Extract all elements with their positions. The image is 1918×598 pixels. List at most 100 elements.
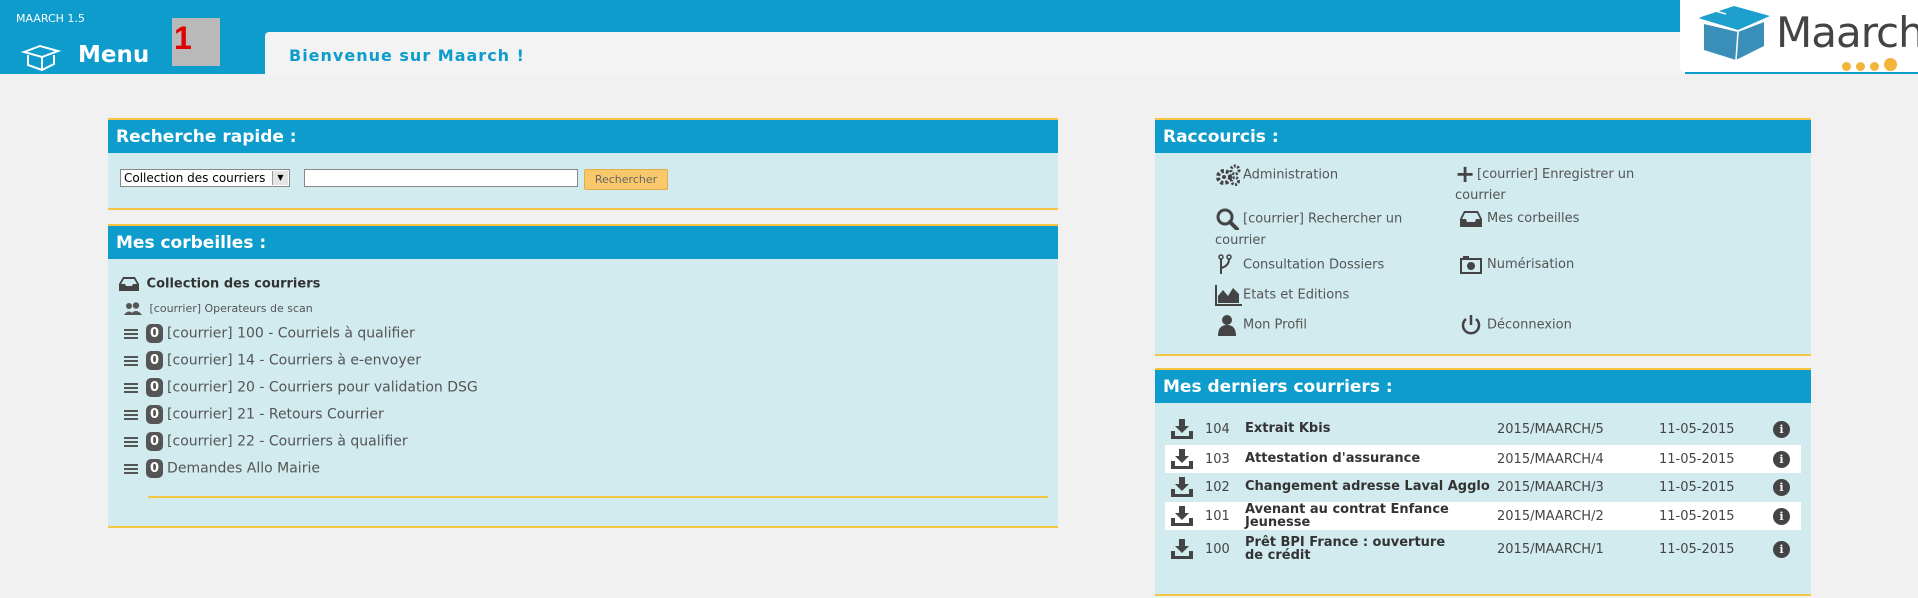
baskets-title: Mes corbeilles : [108,224,1058,259]
list-icon [124,408,138,422]
menu-button[interactable]: Menu [78,42,149,68]
camera-icon [1460,255,1482,274]
shortcut-my-baskets[interactable]: Mes corbeilles [1459,208,1689,229]
info-icon[interactable]: i [1773,451,1790,468]
mail-row[interactable]: 103 Attestation d'assurance 2015/MAARCH/… [1165,445,1801,473]
info-icon[interactable]: i [1773,421,1790,438]
download-icon[interactable] [1171,419,1193,439]
info-icon[interactable]: i [1773,541,1790,558]
basket-count: 0 [146,459,164,478]
inbox-icon [119,277,139,291]
basket-collection: Collection des courriers [118,276,320,292]
basket-group-label: [courrier] Operateurs de scan [149,302,313,315]
mail-subject[interactable]: Avenant au contrat Enfance Jeunesse [1245,503,1465,529]
shortcut-administration[interactable]: Administration [1215,164,1445,186]
shortcut-search-mail[interactable]: [courrier] Rechercher un courrier [1215,208,1445,251]
shortcut-label[interactable]: Etats et Editions [1243,288,1349,303]
download-icon[interactable] [1171,449,1193,469]
shortcuts-panel: Raccourcis : Administration + [courrier] … [1155,118,1811,356]
mail-id: 102 [1205,480,1230,495]
shortcut-label[interactable]: Consultation Dossiers [1243,258,1384,273]
basket-count: 0 [146,351,164,370]
search-icon [1216,208,1239,230]
shortcut-label[interactable]: [courrier] Rechercher un courrier [1215,212,1402,249]
list-icon [124,381,138,395]
shortcut-label[interactable]: Mon Profil [1243,318,1307,333]
basket-item[interactable]: 0 [courrier] 21 - Retours Courrier [124,405,384,427]
last-mails-panel: Mes derniers courriers : 104 Extrait Kbi… [1155,368,1811,596]
download-icon[interactable] [1171,539,1193,559]
basket-count: 0 [146,378,164,397]
mail-row[interactable]: 100 Prêt BPI France : ouverture de crédi… [1165,535,1801,563]
collection-select-value: Collection des courriers [124,171,266,185]
mail-id: 101 [1205,509,1230,524]
mail-subject[interactable]: Changement adresse Laval Agglo [1245,480,1505,493]
mail-chrono: 2015/MAARCH/5 [1497,422,1604,437]
basket-item[interactable]: 0 [courrier] 100 - Courriels à qualifier [124,324,415,346]
menu-box-icon[interactable] [20,43,62,71]
mail-chrono: 2015/MAARCH/2 [1497,509,1604,524]
collection-select[interactable]: Collection des courriers ▼ [120,169,290,187]
mail-subject[interactable]: Extrait Kbis [1245,422,1485,435]
shortcut-scanning[interactable]: Numérisation [1459,254,1689,275]
info-icon[interactable]: i [1773,479,1790,496]
download-icon[interactable] [1171,477,1193,497]
basket-item[interactable]: 0 [courrier] 22 - Courriers à qualifier [124,432,408,454]
mail-chrono: 2015/MAARCH/1 [1497,542,1604,557]
basket-item[interactable]: 0 [courrier] 20 - Courriers pour validati… [124,378,478,400]
shortcut-label[interactable]: Numérisation [1487,257,1574,272]
mail-id: 104 [1205,422,1230,437]
shortcut-reports[interactable]: Etats et Editions [1215,284,1445,306]
logo-text: Maarch [1776,8,1918,57]
shortcut-profile[interactable]: Mon Profil [1215,314,1445,336]
list-icon [124,435,138,449]
box-logo-icon [1697,6,1770,61]
plus-icon: + [1455,160,1476,188]
basket-label[interactable]: [courrier] 100 - Courriels à qualifier [167,326,415,342]
shortcut-label[interactable]: [courrier] Enregistrer un courrier [1455,167,1634,203]
list-icon [124,354,138,368]
gears-icon [1216,164,1241,186]
list-icon [124,462,138,476]
shortcut-label[interactable]: Administration [1243,168,1338,183]
basket-count: 0 [146,432,164,451]
shortcut-folders[interactable]: Consultation Dossiers [1215,254,1445,276]
mail-row[interactable]: 102 Changement adresse Laval Agglo 2015/… [1165,473,1801,501]
basket-count: 0 [146,405,164,424]
mail-subject[interactable]: Attestation d'assurance [1245,452,1485,465]
mail-date: 11-05-2015 [1659,452,1735,467]
basket-label[interactable]: [courrier] 14 - Courriers à e-envoyer [167,353,421,369]
shortcut-register-mail[interactable]: + [courrier] Enregistrer un courrier [1455,160,1685,206]
chevron-down-icon[interactable]: ▼ [272,171,288,185]
mail-row[interactable]: 101 Avenant au contrat Enfance Jeunesse … [1165,502,1801,530]
top-bar: MAARCH 1.5 Menu Bienvenue sur Maarch ! M… [0,0,1918,74]
maarch-logo[interactable]: Maarch [1680,0,1918,72]
search-button[interactable]: Rechercher [584,169,668,190]
quick-search-input[interactable] [304,169,578,187]
info-icon[interactable]: i [1773,508,1790,525]
shortcut-label[interactable]: Déconnexion [1487,318,1572,333]
shortcut-logout[interactable]: Déconnexion [1459,314,1689,336]
mail-date: 11-05-2015 [1659,509,1735,524]
download-icon[interactable] [1171,506,1193,526]
shortcut-label[interactable]: Mes corbeilles [1487,211,1579,226]
mail-subject[interactable]: Prêt BPI France : ouverture de crédit [1245,536,1465,562]
welcome-message: Bienvenue sur Maarch ! [289,46,525,65]
basket-item[interactable]: 0 [courrier] 14 - Courriers à e-envoyer [124,351,421,373]
quick-search-panel: Recherche rapide : Collection des courri… [108,118,1058,210]
basket-label[interactable]: [courrier] 22 - Courriers à qualifier [167,434,408,450]
mail-date: 11-05-2015 [1659,542,1735,557]
mail-row[interactable]: 104 Extrait Kbis 2015/MAARCH/5 11-05-201… [1165,415,1801,443]
mail-id: 103 [1205,452,1230,467]
basket-label[interactable]: Demandes Allo Mairie [167,461,320,477]
user-icon [1218,315,1236,336]
last-mails-title: Mes derniers courriers : [1155,368,1811,403]
basket-label[interactable]: [courrier] 21 - Retours Courrier [167,407,384,423]
basket-item[interactable]: 0 Demandes Allo Mairie [124,459,320,481]
mail-id: 100 [1205,542,1230,557]
mail-date: 11-05-2015 [1659,422,1735,437]
welcome-bar: Bienvenue sur Maarch ! [265,32,1685,74]
inbox-icon [1460,210,1482,227]
basket-label[interactable]: [courrier] 20 - Courriers pour validatio… [167,380,478,396]
mail-date: 11-05-2015 [1659,480,1735,495]
